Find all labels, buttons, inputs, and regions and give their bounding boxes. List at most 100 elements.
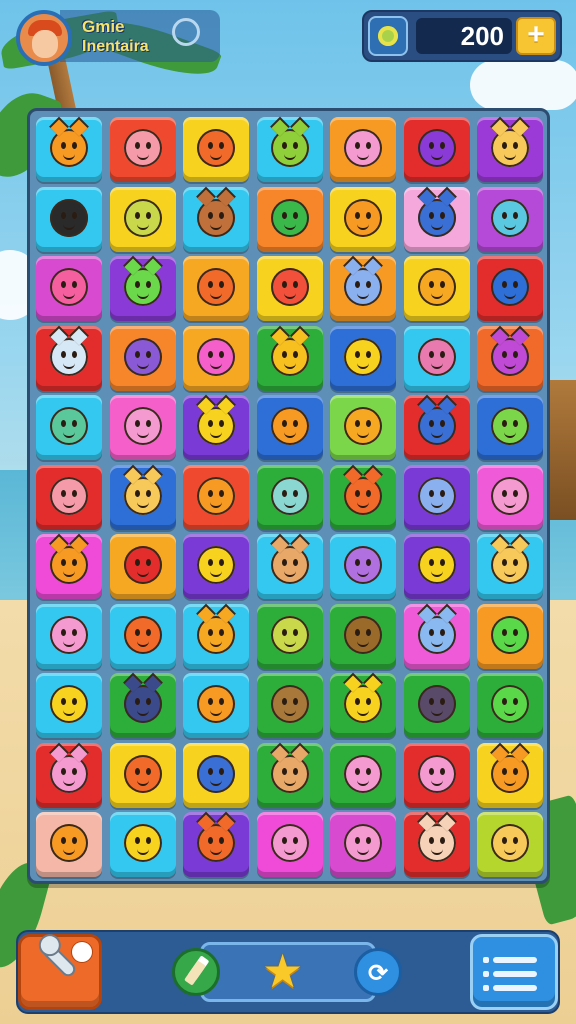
board-tile[interactable]	[330, 464, 396, 530]
board-tile[interactable]	[183, 742, 249, 808]
board-tile[interactable]	[109, 534, 176, 599]
critter-icon	[491, 546, 529, 584]
board-tile[interactable]	[403, 603, 470, 669]
critter-icon	[491, 268, 529, 306]
board-tile[interactable]	[36, 117, 102, 182]
board-tile[interactable]	[330, 812, 396, 877]
board-tile[interactable]	[477, 742, 543, 808]
critter-eye	[219, 211, 224, 219]
board-tile[interactable]	[403, 117, 470, 182]
board-tile[interactable]	[477, 812, 543, 877]
board-tile[interactable]	[36, 186, 102, 252]
board-tile[interactable]	[109, 186, 176, 252]
board-tile[interactable]	[477, 325, 543, 391]
board-tile[interactable]	[109, 395, 176, 460]
star-icon[interactable]: ★	[262, 946, 303, 996]
player-avatar[interactable]	[16, 10, 72, 66]
board-tile[interactable]	[109, 325, 176, 391]
board-tile[interactable]	[183, 117, 249, 182]
board-tile[interactable]	[36, 534, 102, 599]
board-tile[interactable]	[36, 742, 102, 808]
board-tile[interactable]	[36, 395, 102, 460]
board-tile[interactable]	[109, 812, 176, 877]
critter-eye	[219, 142, 224, 149]
board-tile[interactable]	[183, 325, 249, 391]
board-tile[interactable]	[183, 812, 249, 877]
board-tile[interactable]	[330, 325, 396, 391]
board-tile[interactable]	[403, 534, 470, 599]
board-tile[interactable]	[36, 256, 102, 321]
critter-eye	[355, 350, 360, 358]
critter-eye	[439, 489, 445, 497]
critter-icon	[123, 198, 162, 237]
board-tile[interactable]	[183, 395, 249, 460]
board-tile[interactable]	[477, 117, 543, 182]
board-tile[interactable]	[403, 395, 470, 460]
board-tile[interactable]	[403, 325, 470, 391]
critter-eye	[219, 767, 224, 775]
board-tile[interactable]	[477, 603, 543, 669]
critter-icon	[491, 615, 529, 654]
board-tile[interactable]	[109, 256, 176, 321]
tool-button[interactable]	[18, 934, 102, 1010]
board-tile[interactable]	[330, 673, 396, 738]
board-tile[interactable]	[36, 464, 102, 530]
board-tile[interactable]	[36, 812, 102, 877]
board-tile[interactable]	[183, 186, 249, 252]
board-tile[interactable]	[477, 534, 543, 599]
board-tile[interactable]	[477, 186, 543, 252]
board-tile[interactable]	[403, 186, 470, 252]
critter-mouth	[504, 640, 516, 647]
board-tile[interactable]	[403, 742, 470, 808]
board-tile[interactable]	[109, 673, 176, 738]
board-tile[interactable]	[330, 186, 396, 252]
board-tile[interactable]	[403, 256, 470, 321]
board-tile[interactable]	[256, 534, 323, 599]
board-tile[interactable]	[109, 742, 176, 808]
board-tile[interactable]	[403, 464, 470, 530]
menu-button[interactable]	[470, 934, 558, 1010]
board-tile[interactable]	[477, 256, 543, 321]
board-tile[interactable]	[477, 464, 543, 530]
board-tile[interactable]	[330, 603, 396, 669]
board-tile[interactable]	[183, 464, 249, 530]
board-tile[interactable]	[330, 395, 396, 460]
board-tile[interactable]	[256, 395, 323, 460]
add-coins-button[interactable]: +	[516, 17, 556, 55]
board-tile[interactable]	[183, 603, 249, 669]
board-tile[interactable]	[477, 673, 543, 738]
pencil-button[interactable]	[172, 948, 220, 996]
board-tile[interactable]	[330, 117, 396, 182]
board-tile[interactable]	[330, 534, 396, 599]
board-tile[interactable]	[477, 395, 543, 460]
board-tile[interactable]	[183, 534, 249, 599]
board-tile[interactable]	[330, 742, 396, 808]
critter-icon	[197, 476, 235, 515]
critter-eye	[281, 350, 287, 358]
board-tile[interactable]	[36, 673, 102, 738]
board-tile[interactable]	[256, 117, 323, 182]
board-tile[interactable]	[109, 464, 176, 530]
board-tile[interactable]	[330, 256, 396, 321]
board-tile[interactable]	[36, 603, 102, 669]
critter-eye	[366, 211, 371, 219]
board-tile[interactable]	[403, 812, 470, 877]
refresh-button[interactable]: ⟳	[354, 948, 402, 996]
board-tile[interactable]	[256, 812, 323, 877]
critter-eye	[355, 837, 360, 844]
board-tile[interactable]	[183, 673, 249, 738]
board-tile[interactable]	[183, 256, 249, 321]
board-tile[interactable]	[36, 325, 102, 391]
board-tile[interactable]	[256, 256, 323, 321]
board-tile[interactable]	[109, 603, 176, 669]
top-bar: Gmie Inentaira 200 +	[10, 6, 566, 66]
board-tile[interactable]	[256, 742, 323, 808]
board-tile[interactable]	[256, 673, 323, 738]
board-tile[interactable]	[109, 117, 176, 182]
board-tile[interactable]	[256, 464, 323, 530]
critter-mouth	[63, 223, 75, 230]
board-tile[interactable]	[256, 603, 323, 669]
board-tile[interactable]	[256, 186, 323, 252]
board-tile[interactable]	[403, 673, 470, 738]
board-tile[interactable]	[256, 325, 323, 391]
